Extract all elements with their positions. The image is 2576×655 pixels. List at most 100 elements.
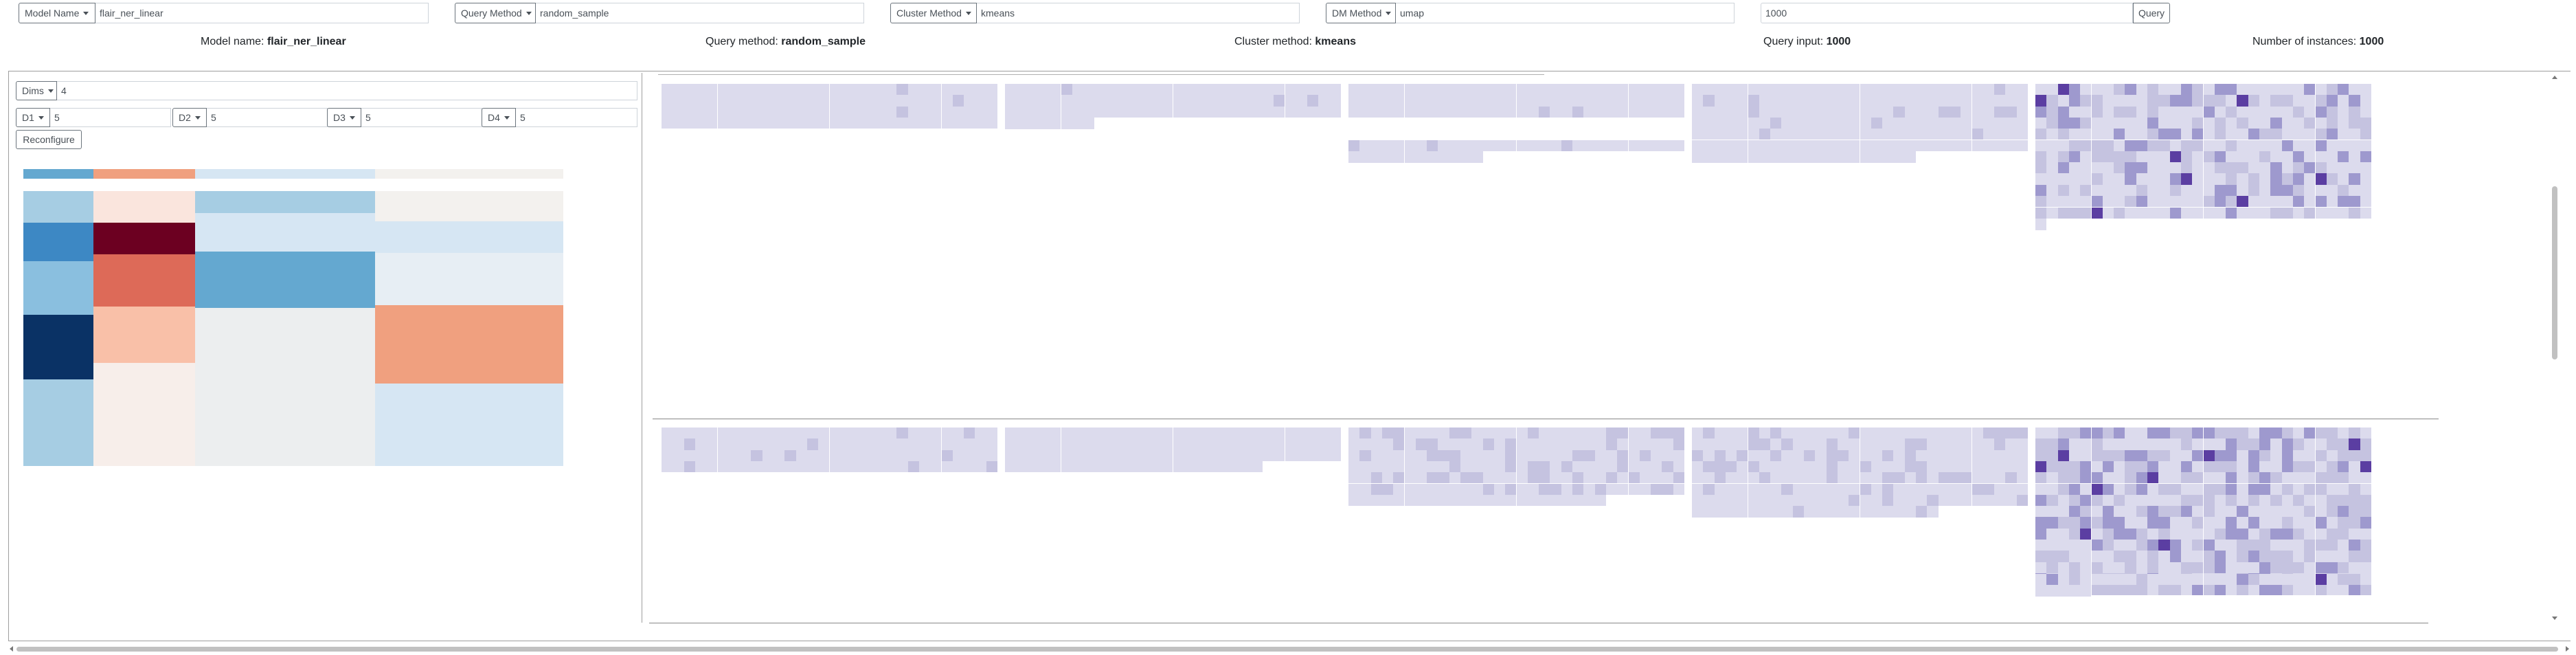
grid-cell bbox=[706, 449, 718, 461]
grid-cell bbox=[2136, 460, 2147, 473]
grid-cell bbox=[728, 428, 741, 439]
grid-cell bbox=[706, 438, 718, 450]
grid-cell bbox=[1393, 449, 1405, 461]
grid-cell bbox=[986, 106, 997, 118]
grid-cell bbox=[2158, 506, 2170, 518]
grid-cell bbox=[2315, 140, 2327, 151]
grid-cell bbox=[1561, 428, 1572, 439]
horizontal-scrollbar-thumb[interactable] bbox=[16, 647, 2558, 652]
grid-cell bbox=[2338, 551, 2349, 562]
grid-cell bbox=[1815, 438, 1827, 450]
grid-cell bbox=[2046, 106, 2058, 118]
grid-cell bbox=[1692, 506, 1704, 518]
grid-cell bbox=[2147, 438, 2159, 450]
grid-cell bbox=[2046, 95, 2058, 107]
grid-cell bbox=[2091, 540, 2103, 551]
vertical-scrollbar[interactable] bbox=[2550, 73, 2560, 623]
grid-cell bbox=[1572, 449, 1584, 461]
grid-cell bbox=[1348, 472, 1360, 484]
grid-cell bbox=[2259, 574, 2271, 586]
grid-cell bbox=[1804, 84, 1816, 96]
grid-cell bbox=[896, 428, 908, 439]
grid-cell bbox=[694, 106, 707, 118]
grid-cell bbox=[1561, 106, 1572, 118]
grid-cell bbox=[1651, 438, 1662, 450]
grid-cell bbox=[1949, 495, 1961, 507]
grid-cell bbox=[1359, 483, 1371, 495]
grid-cell bbox=[1482, 449, 1494, 461]
grid-cell bbox=[1994, 495, 2006, 507]
grid-cell bbox=[2091, 184, 2103, 196]
grid-cell bbox=[1050, 95, 1061, 107]
grid-cell bbox=[1307, 438, 1319, 450]
grid-cell bbox=[1605, 140, 1618, 152]
grid-cell bbox=[2180, 540, 2193, 551]
grid-cell bbox=[2169, 117, 2181, 129]
grid-cell bbox=[2068, 494, 2081, 507]
scroll-down-icon[interactable] bbox=[2552, 617, 2557, 620]
grid-cell bbox=[2349, 449, 2360, 461]
grid-cell bbox=[1229, 428, 1241, 439]
grid-cell bbox=[2248, 196, 2259, 208]
grid-cell bbox=[2326, 472, 2338, 484]
scroll-left-icon[interactable] bbox=[10, 646, 13, 652]
grid-cell bbox=[829, 118, 841, 129]
grid-cell bbox=[2169, 517, 2181, 529]
grid-cell bbox=[1961, 117, 1972, 129]
grid-cell bbox=[806, 449, 819, 461]
grid-cell bbox=[907, 95, 919, 107]
grid-cell bbox=[2046, 562, 2058, 573]
grid-cell bbox=[2057, 208, 2069, 219]
grid-cell bbox=[2226, 129, 2237, 140]
grid-cell bbox=[1882, 460, 1894, 473]
grid-cell bbox=[2281, 574, 2293, 586]
grid-cell bbox=[717, 461, 729, 473]
grid-cell bbox=[2281, 106, 2293, 118]
grid-cell bbox=[717, 106, 729, 118]
grid-cell bbox=[2270, 173, 2282, 185]
grid-cell bbox=[706, 95, 718, 107]
grid-cell bbox=[2147, 162, 2159, 174]
grid-cell bbox=[1505, 495, 1517, 507]
grid-cell bbox=[1139, 461, 1151, 473]
grid-cell bbox=[1359, 95, 1371, 107]
grid-cell bbox=[2147, 106, 2159, 118]
grid-cell bbox=[1217, 84, 1229, 96]
grid-cell bbox=[2147, 173, 2159, 185]
grid-cell bbox=[1815, 95, 1827, 107]
grid-cell bbox=[1348, 151, 1360, 163]
grid-cell bbox=[1737, 449, 1748, 461]
grid-cell bbox=[2259, 428, 2271, 439]
grid-cell bbox=[1837, 140, 1849, 152]
grid-cell bbox=[2035, 106, 2047, 118]
grid-cell bbox=[1285, 450, 1296, 462]
grid-cell bbox=[1105, 450, 1117, 462]
horizontal-scrollbar[interactable] bbox=[8, 644, 2571, 654]
grid-cell bbox=[1550, 95, 1561, 107]
grid-cell bbox=[2214, 184, 2226, 196]
grid-cell bbox=[2214, 428, 2226, 439]
grid-cell bbox=[2360, 196, 2371, 208]
grid-cell bbox=[2091, 562, 2103, 573]
scroll-right-icon[interactable] bbox=[2566, 646, 2569, 652]
grid-cell bbox=[930, 106, 942, 118]
grid-cell bbox=[1427, 483, 1438, 495]
grid-cell bbox=[2326, 449, 2338, 461]
grid-cell bbox=[1617, 472, 1629, 484]
grid-cell bbox=[2214, 208, 2226, 219]
grid-cell bbox=[1251, 438, 1263, 450]
vertical-scrollbar-thumb[interactable] bbox=[2552, 186, 2557, 359]
grid-cell bbox=[2259, 438, 2271, 450]
grid-cell bbox=[986, 438, 997, 450]
grid-cell bbox=[1804, 495, 1816, 507]
grid-cell bbox=[2158, 574, 2170, 586]
grid-cell bbox=[1651, 140, 1662, 152]
grid-cell bbox=[2304, 506, 2316, 518]
grid-cell bbox=[2147, 483, 2159, 495]
grid-cell bbox=[1725, 117, 1737, 129]
grid-cell bbox=[1849, 140, 1860, 152]
scroll-up-icon[interactable] bbox=[2552, 76, 2557, 79]
grid-cell bbox=[1639, 438, 1651, 450]
grid-cell bbox=[1460, 438, 1472, 450]
grid-cell bbox=[1692, 472, 1704, 484]
